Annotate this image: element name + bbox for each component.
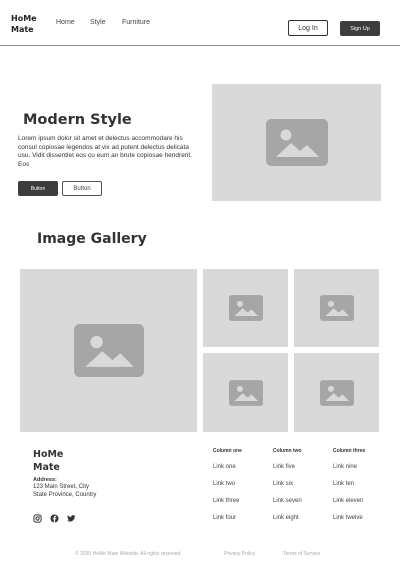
image-placeholder-icon (228, 295, 263, 321)
twitter-icon[interactable] (67, 514, 76, 523)
address: 123 Main Street, City State Province, Co… (33, 484, 96, 499)
logo-line-2: Mate (11, 25, 34, 34)
footer-column-3-title: Column three (333, 448, 366, 454)
footer-column-1-title: Column one (213, 448, 242, 454)
gallery-title: Image Gallery (37, 231, 147, 247)
address-line-1: 123 Main Street, City (33, 484, 90, 490)
footer-logo[interactable]: HoMe Mate (33, 448, 63, 474)
hero-primary-button[interactable]: Button (18, 181, 58, 196)
footer-logo-line-1: HoMe (33, 449, 64, 460)
privacy-policy-link[interactable]: Privacy Policy (224, 551, 255, 557)
hero-secondary-button[interactable]: Button (62, 181, 102, 196)
facebook-icon[interactable] (50, 514, 59, 523)
logo[interactable]: HoMe Mate (11, 13, 37, 35)
image-placeholder-icon (319, 379, 354, 406)
address-label: Address: (33, 477, 57, 483)
footer-link[interactable]: Link one (213, 464, 236, 470)
hero-title: Modern Style (23, 112, 132, 128)
footer-link[interactable]: Link twelve (333, 515, 363, 521)
address-line-2: State Province, Country (33, 491, 97, 498)
footer-link[interactable]: Link eleven (333, 498, 363, 504)
gallery-image-3[interactable] (203, 353, 288, 432)
footer-link[interactable]: Link two (213, 481, 235, 487)
terms-of-service-link[interactable]: Terms of Service (283, 551, 320, 557)
footer-link[interactable]: Link four (213, 515, 236, 521)
footer-link[interactable]: Link five (273, 464, 295, 470)
gallery-image-large[interactable] (20, 269, 197, 432)
image-placeholder-icon (228, 379, 263, 406)
footer-link[interactable]: Link three (213, 498, 239, 504)
image-placeholder-icon (319, 295, 354, 321)
image-placeholder-icon (265, 119, 328, 166)
signup-button[interactable]: Sign Up (340, 21, 380, 36)
hero-image (212, 84, 381, 201)
navbar: HoMe Mate Home Style Furniture Log In Si… (0, 0, 400, 46)
footer-logo-line-2: Mate (33, 462, 60, 473)
nav-link-style[interactable]: Style (90, 19, 106, 26)
instagram-icon[interactable] (33, 514, 42, 523)
footer-link[interactable]: Link nine (333, 464, 357, 470)
footer-link[interactable]: Link ten (333, 481, 354, 487)
nav-link-furniture[interactable]: Furniture (122, 19, 150, 26)
footer-link[interactable]: Link eight (273, 515, 299, 521)
logo-line-1: HoMe (11, 14, 37, 23)
footer-link[interactable]: Link seven (273, 498, 302, 504)
copyright-text: © 2025 HoMe Mate Website. All rights res… (75, 551, 182, 557)
footer-link[interactable]: Link six (273, 481, 293, 487)
gallery-image-2[interactable] (294, 269, 379, 347)
gallery-image-4[interactable] (294, 353, 379, 432)
login-button[interactable]: Log In (288, 20, 328, 36)
image-placeholder-icon (73, 324, 144, 377)
gallery-image-1[interactable] (203, 269, 288, 347)
footer-column-2-title: Column two (273, 448, 302, 454)
nav-link-home[interactable]: Home (56, 19, 75, 26)
hero-description: Lorem ipsum dolor sit amet et delectus a… (18, 135, 193, 168)
